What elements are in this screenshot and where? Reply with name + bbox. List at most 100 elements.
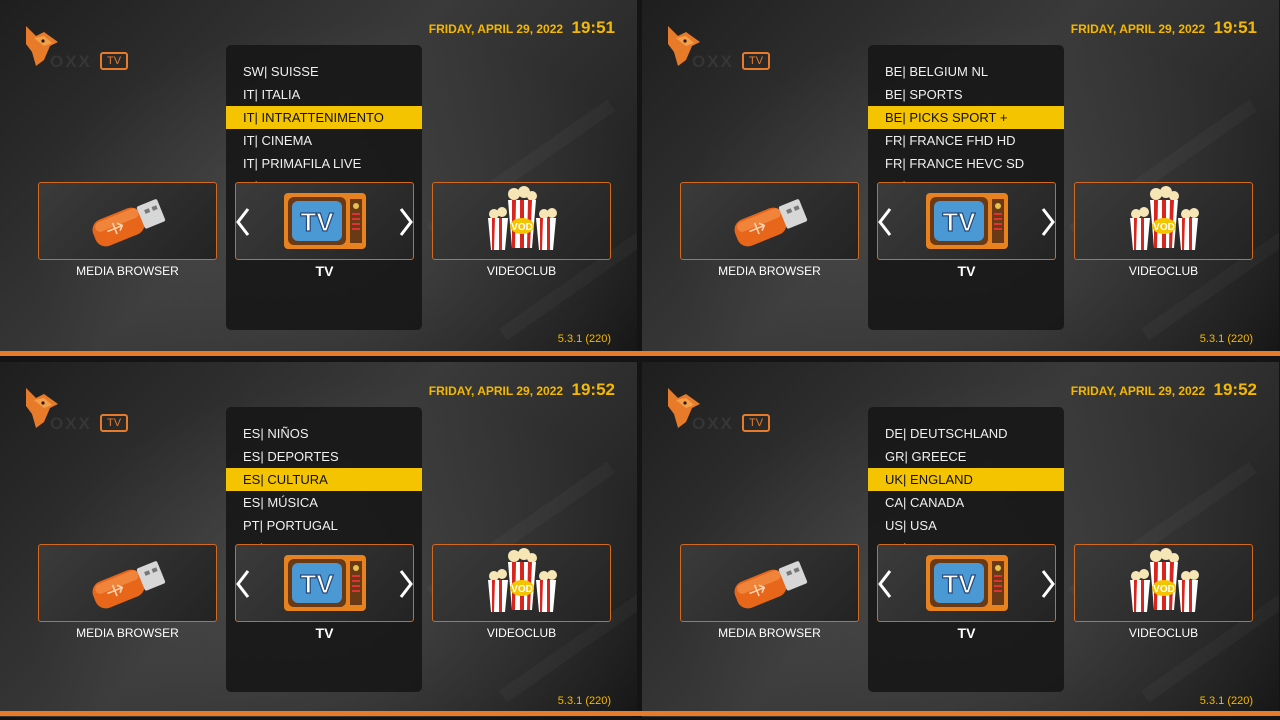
logo-tv-badge: TV [100,52,128,70]
menu-item[interactable]: IT| PRIMAFILA LIVE [226,152,422,175]
vod-badge-text: VOD [1153,222,1175,233]
retro-tv-icon: TV [925,193,1008,249]
app-panel-2: OXX TV FRIDAY, APRIL 29, 2022 19:51 BE| … [642,0,1279,355]
menu-item[interactable]: ES| CULTURA [226,468,422,491]
popcorn-vod-icon: VOD [487,548,557,612]
app-logo: OXX TV [22,22,132,82]
tv-tile[interactable]: TV [877,182,1056,260]
videoclub-label: VIDEOCLUB [486,264,557,278]
videoclub-tile[interactable]: VOD [1074,544,1253,622]
tv-screen-text: TV [942,569,976,599]
menu-item[interactable]: IT| CINEMA [226,129,422,152]
menu-item[interactable]: ES| NIÑOS [226,422,422,445]
menu-item[interactable]: PT| PORTUGAL [226,514,422,537]
menu-item[interactable]: UK| ENGLAND [868,468,1064,491]
date-time: FRIDAY, APRIL 29, 2022 19:52 [429,380,615,400]
date-time: FRIDAY, APRIL 29, 2022 19:52 [1071,380,1257,400]
app-logo: OXX TV [664,22,774,82]
menu-item[interactable]: BE| BELGIUM NL [868,60,1064,83]
tv-screen-text: TV [942,207,976,237]
app-panel-1: OXX TV FRIDAY, APRIL 29, 2022 19:51 SW| … [0,0,637,355]
media-browser-tile[interactable] [38,182,217,260]
version-text: 5.3.1 (220) [557,695,611,707]
app-logo: OXX TV [22,384,132,444]
menu-item[interactable]: IT| ITALIA [226,83,422,106]
menu-item[interactable]: ES| MÚSICA [226,491,422,514]
menu-item[interactable]: BE| PICKS SPORT + [868,106,1064,129]
media-browser-label: MEDIA BROWSER [718,264,821,278]
chevron-right-icon[interactable] [399,569,413,599]
videoclub-label: VIDEOCLUB [486,626,557,640]
videoclub-label: VIDEOCLUB [1128,626,1199,640]
chevron-right-icon[interactable] [1041,207,1055,237]
date-time: FRIDAY, APRIL 29, 2022 19:51 [429,18,615,38]
videoclub-tile[interactable]: VOD [432,544,611,622]
tv-label: TV [315,263,334,279]
retro-tv-icon: TV [925,555,1008,611]
logo-wordmark: OXX [50,414,92,433]
tv-screen-text: TV [300,207,334,237]
menu-item[interactable]: IT| INTRATTENIMENTO [226,106,422,129]
menu-item[interactable]: BE| SPORTS [868,83,1064,106]
chevron-left-icon[interactable] [236,207,250,237]
menu-item[interactable]: US| USA [868,514,1064,537]
menu-item[interactable]: FR| FRANCE FHD HD [868,129,1064,152]
menu-item[interactable]: GR| GREECE [868,445,1064,468]
menu-item[interactable]: FR| FRANCE HEVC SD [868,152,1064,175]
chevron-left-icon[interactable] [236,569,250,599]
usb-drive-icon [92,199,165,247]
logo-wordmark: OXX [50,52,92,71]
retro-tv-icon: TV [283,555,366,611]
videoclub-tile[interactable]: VOD [1074,182,1253,260]
usb-drive-icon [734,561,807,609]
tv-label: TV [315,625,334,641]
media-browser-label: MEDIA BROWSER [76,264,179,278]
chevron-right-icon[interactable] [1041,569,1055,599]
divider-bar [0,351,1280,356]
tv-label: TV [957,625,976,641]
menu-item[interactable]: DE| DEUTSCHLAND [868,422,1064,445]
vod-badge-text: VOD [511,584,533,595]
media-browser-tile[interactable] [38,544,217,622]
menu-item[interactable]: CA| CANADA [868,491,1064,514]
version-text: 5.3.1 (220) [557,333,611,345]
videoclub-label: VIDEOCLUB [1128,264,1199,278]
media-browser-tile[interactable] [680,544,859,622]
app-panel-3: OXX TV FRIDAY, APRIL 29, 2022 19:52 ES| … [0,362,637,717]
media-browser-label: MEDIA BROWSER [76,626,179,640]
menu-item[interactable]: SW| SUISSE [226,60,422,83]
app-logo: OXX TV [664,384,774,444]
time-text: 19:52 [571,380,615,399]
date-time: FRIDAY, APRIL 29, 2022 19:51 [1071,18,1257,38]
logo-wordmark: OXX [692,414,734,433]
chevron-right-icon[interactable] [399,207,413,237]
logo-tv-badge: TV [100,414,128,432]
chevron-left-icon[interactable] [878,569,892,599]
logo-wordmark: OXX [692,52,734,71]
tv-label: TV [957,263,976,279]
popcorn-vod-icon: VOD [1129,548,1199,612]
date-text: FRIDAY, APRIL 29, 2022 [1070,384,1206,398]
version-text: 5.3.1 (220) [1199,333,1253,345]
menu-item[interactable]: ES| DEPORTES [226,445,422,468]
vod-badge-text: VOD [1153,584,1175,595]
logo-tv-badge: TV [742,414,770,432]
app-panel-4: OXX TV FRIDAY, APRIL 29, 2022 19:52 DE| … [642,362,1279,717]
tv-tile[interactable]: TV [235,182,414,260]
media-browser-label: MEDIA BROWSER [718,626,821,640]
date-text: FRIDAY, APRIL 29, 2022 [428,22,564,36]
media-browser-tile[interactable] [680,182,859,260]
usb-drive-icon [734,199,807,247]
time-text: 19:52 [1213,380,1257,399]
vod-badge-text: VOD [511,222,533,233]
date-text: FRIDAY, APRIL 29, 2022 [1070,22,1206,36]
popcorn-vod-icon: VOD [1129,186,1199,250]
tv-tile[interactable]: TV [877,544,1056,622]
videoclub-tile[interactable]: VOD [432,182,611,260]
tv-tile[interactable]: TV [235,544,414,622]
usb-drive-icon [92,561,165,609]
tv-screen-text: TV [300,569,334,599]
popcorn-vod-icon: VOD [487,186,557,250]
date-text: FRIDAY, APRIL 29, 2022 [428,384,564,398]
chevron-left-icon[interactable] [878,207,892,237]
